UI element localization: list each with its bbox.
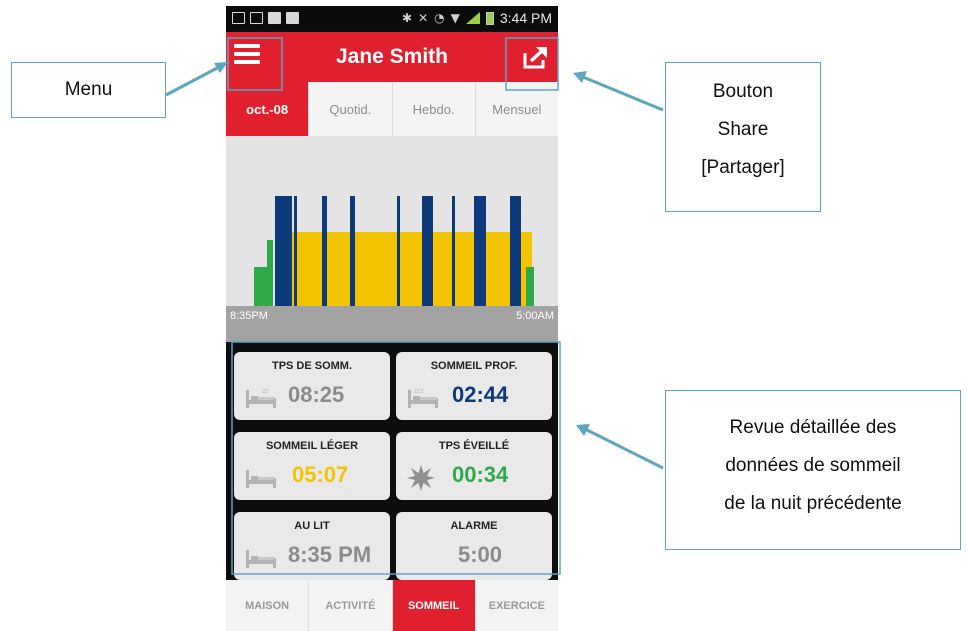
start-time-label: 8:35PM — [230, 310, 268, 322]
menu-callout: Menu — [11, 62, 166, 118]
review-callout-line: Revue détaillée des — [729, 417, 897, 438]
share-callout: Bouton Share [Partager] — [665, 62, 821, 212]
deep-sleep-segment — [452, 196, 455, 306]
tab-date[interactable]: oct.-08 — [226, 82, 310, 136]
deep-sleep-segment — [275, 196, 292, 306]
card-light-sleep[interactable]: SOMMEIL LÉGER 05:07 — [234, 432, 390, 500]
deep-sleep-segment — [322, 196, 327, 306]
starburst-icon — [407, 465, 435, 491]
card-label: SOMMEIL PROF. — [430, 360, 518, 372]
awake-segment — [526, 267, 534, 306]
card-deep-sleep[interactable]: SOMMEIL PROF. zzz 02:44 — [396, 352, 552, 420]
review-callout-line: de la nuit précédente — [724, 493, 902, 514]
menu-arrow — [165, 64, 222, 97]
system-icons: ✱ ✕ ◔ ▼ 3:44 PM — [402, 10, 552, 26]
phone-screen: ✱ ✕ ◔ ▼ 3:44 PM Jane Smith oct.-08 Quoti… — [226, 6, 558, 631]
bluetooth-icon: ✱ — [402, 11, 413, 25]
nav-activity[interactable]: ACTIVITÉ — [309, 580, 393, 631]
bed-icon: zzz — [408, 388, 438, 408]
card-value: 05:07 — [292, 462, 349, 487]
share-callout-line: [Partager] — [701, 157, 785, 178]
menu-callout-text: Menu — [64, 79, 113, 100]
nav-exercise[interactable]: EXERCICE — [476, 580, 558, 631]
card-label: TPS DE SOMM. — [271, 360, 353, 372]
tab-weekly[interactable]: Hebdo. — [393, 82, 476, 136]
bed-icon — [246, 550, 276, 568]
card-label: TPS ÉVEILLÉ — [438, 440, 510, 452]
awake-segment — [267, 240, 273, 306]
calendar-icon — [286, 12, 299, 24]
time-range-bar: 8:35PM 5:00AM — [226, 306, 558, 342]
deep-sleep-segment — [422, 196, 433, 306]
deep-sleep-segment — [350, 196, 355, 306]
card-value: 00:34 — [452, 462, 509, 487]
sleep-chart — [226, 136, 558, 306]
app-title: Jane Smith — [335, 45, 449, 68]
card-label: AU LIT — [294, 520, 330, 532]
light-sleep-band — [292, 232, 532, 306]
card-label: ALARME — [450, 520, 498, 532]
share-icon[interactable] — [522, 44, 550, 70]
bed-icon: zz — [246, 388, 276, 408]
card-label: SOMMEIL LÉGER — [265, 440, 359, 452]
card-alarm[interactable]: ALARME 5:00 — [396, 512, 552, 580]
card-value: 08:25 — [288, 382, 345, 407]
tab-daily[interactable]: Quotid. — [309, 82, 393, 136]
review-arrow — [584, 427, 664, 470]
card-awake-time[interactable]: TPS ÉVEILLÉ 00:34 — [396, 432, 552, 500]
svg-text:zzz: zzz — [414, 388, 423, 395]
mute-icon: ✕ — [418, 11, 429, 25]
notification-icons — [232, 12, 299, 24]
card-value: 02:44 — [452, 382, 509, 407]
app-icon — [268, 12, 281, 24]
card-in-bed[interactable]: AU LIT 8:35 PM — [234, 512, 390, 580]
share-callout-line: Share — [717, 119, 769, 140]
nav-home[interactable]: MAISON — [226, 580, 310, 631]
deep-sleep-segment — [474, 196, 486, 306]
status-bar: ✱ ✕ ◔ ▼ 3:44 PM — [226, 6, 558, 32]
svg-text:zz: zz — [262, 388, 268, 395]
deep-sleep-segment — [397, 196, 400, 306]
share-arrowhead — [573, 71, 587, 83]
end-time-label: 5:00AM — [516, 310, 554, 322]
bed-icon — [246, 470, 276, 488]
sleep-chart-svg — [254, 196, 534, 306]
share-arrow — [582, 75, 664, 112]
review-callout-line: données de sommeil — [725, 455, 901, 476]
deep-sleep-segment — [294, 196, 297, 306]
card-sleep-time[interactable]: TPS DE SOMM. zz 08:25 — [234, 352, 390, 420]
tab-monthly[interactable]: Mensuel — [476, 82, 558, 136]
period-tabs: oct.-08 Quotid. Hebdo. Mensuel — [226, 82, 558, 136]
sleep-stats-grid: TPS DE SOMM. zz 08:25 SOMMEIL PROF. zzz — [226, 342, 558, 580]
bottom-nav: MAISON ACTIVITÉ SOMMEIL EXERCICE — [226, 580, 558, 631]
image-icon — [250, 12, 263, 24]
wifi-icon: ▼ — [450, 11, 460, 25]
review-arrowhead — [576, 424, 590, 436]
signal-icon — [465, 12, 480, 24]
card-value: 8:35 PM — [288, 542, 372, 567]
review-callout: Revue détaillée des données de sommeil d… — [665, 390, 961, 550]
deep-sleep-segment — [510, 196, 521, 306]
share-callout-line: Bouton — [712, 81, 774, 102]
alarm-icon: ◔ — [434, 11, 445, 25]
battery-icon — [485, 11, 494, 25]
awake-segment — [254, 267, 267, 306]
card-value: 5:00 — [458, 542, 503, 567]
app-bar: Jane Smith — [226, 32, 558, 82]
status-time: 3:44 PM — [499, 10, 552, 26]
nav-sleep[interactable]: SOMMEIL — [392, 580, 476, 631]
notification-icon — [232, 12, 245, 24]
